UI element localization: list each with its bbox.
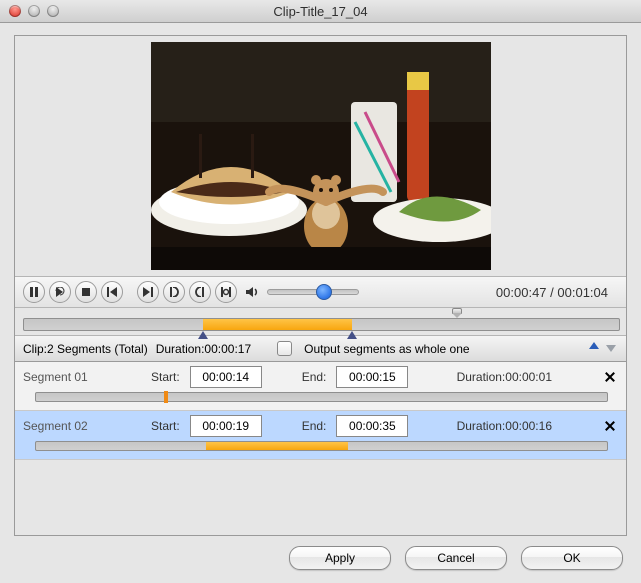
zoom-window-button[interactable] xyxy=(47,5,59,17)
segment-marker[interactable] xyxy=(164,391,168,403)
playback-controls: 00:00:47 / 00:01:04 xyxy=(15,276,626,308)
start-input[interactable] xyxy=(190,415,262,437)
volume-thumb[interactable] xyxy=(316,284,332,300)
pause-button[interactable] xyxy=(23,281,45,303)
output-whole-label: Output segments as whole one xyxy=(304,342,469,356)
footer: Apply Cancel OK xyxy=(14,546,627,570)
move-up-icon[interactable] xyxy=(587,340,601,357)
delete-segment-icon[interactable] xyxy=(602,369,618,385)
segment-track[interactable] xyxy=(35,392,608,402)
segment-row[interactable]: Segment 01 Start: End: Duration:00:00:01 xyxy=(15,362,626,411)
prev-frame-button[interactable] xyxy=(101,281,123,303)
end-input[interactable] xyxy=(336,415,408,437)
segment-name: Segment 01 xyxy=(23,370,141,384)
end-label: End: xyxy=(302,419,327,433)
mark-inout-button[interactable] xyxy=(215,281,237,303)
start-label: Start: xyxy=(151,419,180,433)
current-time: 00:00:47 xyxy=(496,285,547,300)
trim-in-handle[interactable] xyxy=(198,331,208,339)
start-input[interactable] xyxy=(190,366,262,388)
stop-button[interactable] xyxy=(75,281,97,303)
segment-range[interactable] xyxy=(206,442,349,450)
play-segment-button[interactable] xyxy=(49,281,71,303)
preview-area xyxy=(15,36,626,276)
editor-panel: 00:00:47 / 00:01:04 Clip:2 Segments (Tot… xyxy=(14,35,627,536)
window-title: Clip-Title_17_04 xyxy=(0,4,641,19)
titlebar: Clip-Title_17_04 xyxy=(0,0,641,23)
segment-name: Segment 02 xyxy=(23,419,141,433)
mark-in-button[interactable] xyxy=(163,281,185,303)
delete-segment-icon[interactable] xyxy=(602,418,618,434)
playhead-icon[interactable] xyxy=(451,308,463,318)
segment-duration: Duration:00:00:16 xyxy=(457,419,552,433)
close-window-button[interactable] xyxy=(9,5,21,17)
segment-row[interactable]: Segment 02 Start: End: Duration:00:00:16 xyxy=(15,411,626,460)
volume-icon xyxy=(245,285,259,299)
apply-button[interactable]: Apply xyxy=(289,546,391,570)
ok-button[interactable]: OK xyxy=(521,546,623,570)
start-label: Start: xyxy=(151,370,180,384)
output-whole-checkbox[interactable] xyxy=(277,341,292,356)
video-preview[interactable] xyxy=(151,42,491,270)
total-time: 00:01:04 xyxy=(557,285,608,300)
end-input[interactable] xyxy=(336,366,408,388)
timecode-display: 00:00:47 / 00:01:04 xyxy=(496,285,618,300)
clip-info-bar: Clip:2 Segments (Total) Duration:00:00:1… xyxy=(15,336,626,362)
move-down-icon[interactable] xyxy=(604,340,618,357)
next-frame-button[interactable] xyxy=(137,281,159,303)
mark-out-button[interactable] xyxy=(189,281,211,303)
segment-track[interactable] xyxy=(35,441,608,451)
total-duration: Duration:00:00:17 xyxy=(156,342,251,356)
main-timeline-track[interactable] xyxy=(23,318,620,331)
segment-duration: Duration:00:00:01 xyxy=(457,370,552,384)
trim-out-handle[interactable] xyxy=(347,331,357,339)
main-timeline xyxy=(15,308,626,336)
cancel-button[interactable]: Cancel xyxy=(405,546,507,570)
minimize-window-button[interactable] xyxy=(28,5,40,17)
clip-summary: Clip:2 Segments (Total) xyxy=(23,342,148,356)
window-controls xyxy=(0,5,59,17)
segment-list: Segment 01 Start: End: Duration:00:00:01 xyxy=(15,362,626,460)
volume-slider[interactable] xyxy=(267,289,359,295)
end-label: End: xyxy=(302,370,327,384)
trim-range[interactable] xyxy=(203,319,353,330)
